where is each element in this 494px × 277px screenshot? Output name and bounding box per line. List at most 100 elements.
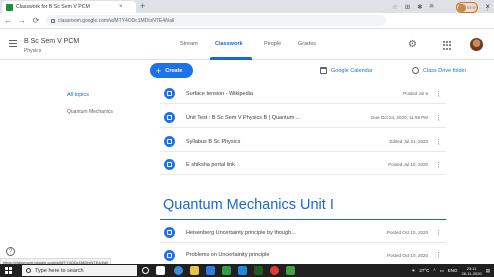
main-menu-icon[interactable] bbox=[9, 40, 17, 49]
reading-list-icon[interactable]: ≡ bbox=[430, 3, 434, 11]
create-button[interactable]: + Create bbox=[150, 63, 193, 78]
item-date: Edited Jul 21, 2020 bbox=[389, 139, 428, 144]
item-title: Surface tension - Wikipedia bbox=[186, 90, 253, 97]
store-icon[interactable] bbox=[206, 266, 215, 275]
profile-button[interactable]: Error bbox=[456, 2, 478, 13]
browser-tab[interactable]: Classwork for B Sc Sem V PCM × bbox=[2, 1, 136, 13]
item-title: E shiksha portal link bbox=[186, 161, 235, 168]
profile-status: Error bbox=[467, 5, 477, 10]
item-title: Unit Test : B Sc Sem V Physics B | Quant… bbox=[186, 114, 301, 121]
classroom-header: B Sc Sem V PCM Physics Stream Classwork … bbox=[0, 30, 494, 60]
weather-icon[interactable]: ☀ bbox=[411, 268, 415, 274]
tab-classwork[interactable]: Classwork bbox=[215, 41, 243, 47]
weather-temp[interactable]: 27°C bbox=[419, 268, 429, 273]
chrome-icon[interactable] bbox=[270, 266, 279, 275]
address-bar[interactable]: classroom.google.com/w/MTY4ODc1MDIxNTE4/… bbox=[46, 15, 386, 26]
topic-heading: Quantum Mechanics Unit I bbox=[163, 197, 334, 213]
tray-chevron-icon[interactable]: ^ bbox=[433, 268, 435, 273]
classwork-item[interactable]: Syllabus B Sc Physics Edited Jul 21, 202… bbox=[160, 132, 446, 152]
item-more-icon[interactable]: ⋮ bbox=[435, 161, 442, 169]
language-indicator[interactable]: ENG bbox=[448, 268, 458, 273]
classwork-item[interactable]: Heisenberg Uncertainty principle by thou… bbox=[160, 223, 446, 243]
system-tray: ☀ 27°C ^ ▭ ENG 23:11 26-11-2020 ▤ bbox=[411, 264, 490, 277]
item-more-icon[interactable]: ⋮ bbox=[435, 138, 442, 146]
google-apps-icon[interactable] bbox=[443, 41, 452, 50]
item-date: Posted Jul 15, 2020 bbox=[388, 162, 428, 167]
classwork-item[interactable]: E shiksha portal link Posted Jul 15, 202… bbox=[160, 155, 446, 175]
notifications-icon[interactable]: ▤ bbox=[486, 268, 490, 274]
reload-button[interactable]: ⟳ bbox=[32, 16, 40, 25]
tab-grades[interactable]: Grades bbox=[298, 41, 316, 47]
tab-stream[interactable]: Stream bbox=[180, 41, 198, 47]
taskbar-search-placeholder: Type here to search bbox=[35, 267, 84, 274]
clock-date: 26-11-2020 bbox=[461, 270, 482, 276]
clock[interactable]: 23:11 26-11-2020 bbox=[462, 266, 482, 276]
material-icon bbox=[164, 159, 175, 170]
file-explorer-icon[interactable] bbox=[190, 266, 199, 275]
item-more-icon[interactable]: ⋮ bbox=[435, 251, 442, 259]
new-tab-button[interactable]: + bbox=[140, 1, 145, 12]
profile-avatar bbox=[458, 3, 466, 12]
address-url[interactable]: classroom.google.com/w/MTY4ODc1MDIxNTE4/… bbox=[58, 18, 174, 24]
class-drive-folder-link[interactable]: Class Drive folder bbox=[412, 67, 466, 74]
battery-icon[interactable]: ▭ bbox=[440, 268, 444, 274]
item-more-icon[interactable]: ⋮ bbox=[435, 114, 442, 122]
tab-close-icon[interactable]: × bbox=[119, 4, 123, 10]
classwork-item[interactable]: Unit Test : B Sc Sem V Physics B | Quant… bbox=[160, 108, 446, 128]
item-more-icon[interactable]: ⋮ bbox=[435, 229, 442, 237]
item-more-icon[interactable]: ⋮ bbox=[435, 90, 442, 98]
windows-taskbar: Type here to search ☀ 27°C ^ ▭ ENG 23:11… bbox=[0, 264, 494, 277]
material-icon bbox=[164, 227, 175, 238]
settings-gear-icon[interactable]: ⚙ bbox=[408, 39, 417, 50]
item-title: Heisenberg Uncertainty principle by thou… bbox=[186, 229, 296, 236]
app-icon[interactable] bbox=[222, 266, 231, 275]
windows-start-icon[interactable] bbox=[5, 267, 12, 274]
topic-divider bbox=[160, 219, 446, 220]
calendar-icon bbox=[320, 67, 327, 74]
help-icon[interactable]: ? bbox=[6, 247, 15, 256]
item-date: Posted Jul 6 bbox=[403, 91, 428, 96]
bookmark-star-icon[interactable]: ☆ bbox=[392, 3, 398, 11]
class-name[interactable]: B Sc Sem V PCM bbox=[24, 38, 79, 45]
sidebar-topic-quantum-mechanics[interactable]: Quantum Mechanics bbox=[67, 109, 113, 115]
browser-menu-icon[interactable]: ⋮ bbox=[484, 4, 491, 12]
taskbar-search[interactable]: Type here to search bbox=[22, 265, 137, 276]
account-avatar[interactable] bbox=[470, 38, 483, 51]
search-icon bbox=[26, 268, 31, 273]
browser-toolbar: ← → ⟳ classroom.google.com/w/MTY4ODc1MDI… bbox=[0, 13, 494, 29]
item-date: Posted Oct 10, 2020 bbox=[386, 230, 428, 235]
material-icon bbox=[164, 136, 175, 147]
mail-icon[interactable] bbox=[238, 266, 247, 275]
forward-button[interactable]: → bbox=[18, 16, 26, 25]
classroom-favicon-icon bbox=[6, 3, 13, 11]
edge-icon[interactable] bbox=[174, 266, 183, 275]
plus-icon: + bbox=[156, 65, 162, 76]
item-title: Syllabus B Sc Physics bbox=[186, 138, 241, 145]
tab-people[interactable]: People bbox=[264, 41, 281, 47]
back-button[interactable]: ← bbox=[4, 16, 12, 25]
material-icon bbox=[164, 249, 175, 261]
classwork-item[interactable]: Surface tension - Wikipedia Posted Jul 6… bbox=[160, 84, 446, 104]
tab-title: Classwork for B Sc Sem V PCM bbox=[16, 4, 90, 10]
puzzle-icon[interactable]: ✱ bbox=[417, 3, 422, 11]
drive-label: Class Drive folder bbox=[423, 67, 467, 74]
google-calendar-link[interactable]: Google Calendar bbox=[320, 67, 373, 74]
assignment-icon bbox=[164, 112, 175, 123]
cortana-icon[interactable] bbox=[142, 267, 149, 274]
drive-icon bbox=[412, 67, 419, 74]
item-date: Posted Oct 10, 2020 bbox=[386, 252, 428, 258]
create-label: Create bbox=[165, 67, 183, 74]
calendar-label: Google Calendar bbox=[331, 67, 373, 74]
class-subject: Physics bbox=[24, 48, 42, 54]
sidebar-all-topics[interactable]: All topics bbox=[67, 92, 89, 98]
task-view-icon[interactable] bbox=[156, 266, 165, 275]
item-title: Problems on Uncertainity principle bbox=[186, 252, 270, 258]
item-date: Due Oct 24, 2020, 11:59 PM bbox=[371, 115, 428, 120]
material-icon bbox=[164, 88, 175, 99]
classwork-item[interactable]: Problems on Uncertainity principle Poste… bbox=[160, 245, 446, 265]
whatsapp-icon[interactable] bbox=[286, 266, 295, 275]
extension-icon[interactable]: ⊞ bbox=[405, 3, 410, 11]
active-tab-indicator bbox=[210, 57, 252, 60]
lock-icon bbox=[51, 18, 55, 23]
excel-icon[interactable] bbox=[254, 266, 263, 275]
